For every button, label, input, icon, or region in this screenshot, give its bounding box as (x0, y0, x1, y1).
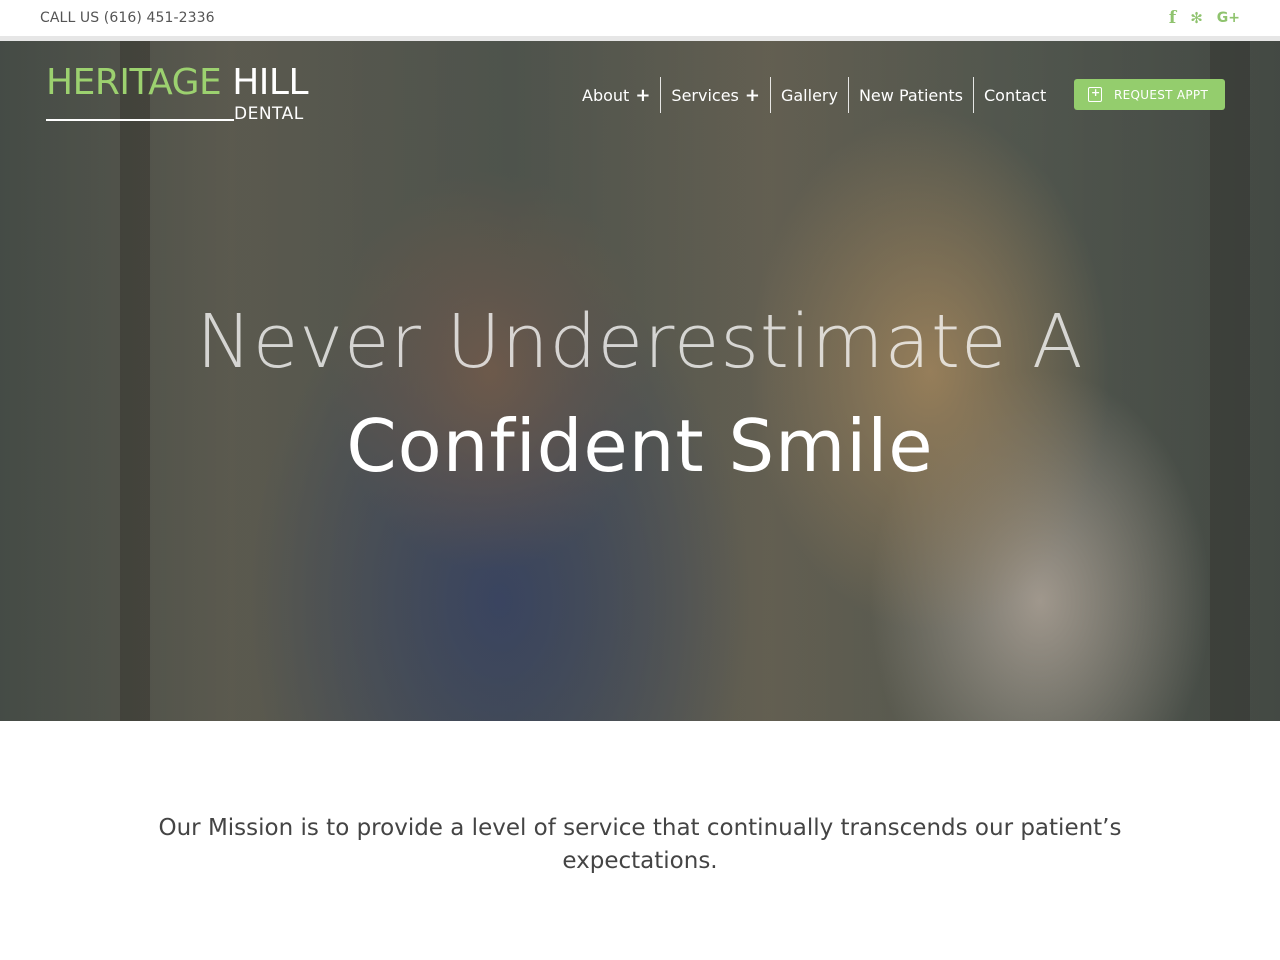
top-bar: CALL US (616) 451-2336 f ✻ G+ (0, 0, 1280, 36)
site-logo[interactable]: HERITAGE HILL DENTAL (46, 63, 316, 123)
social-links: f ✻ G+ (1169, 8, 1240, 28)
nav-item-label: Services (671, 85, 739, 105)
mission-statement: Our Mission is to provide a level of ser… (158, 815, 1122, 874)
nav-item-gallery[interactable]: Gallery (771, 77, 848, 113)
hero-banner: HERITAGE HILL DENTAL About + Services + … (0, 41, 1280, 721)
logo-word-heritage: HERITAGE (46, 62, 222, 103)
logo-underline (46, 119, 234, 121)
main-nav: About + Services + Gallery New Patients … (572, 77, 1056, 113)
facebook-icon[interactable]: f (1169, 8, 1176, 28)
nav-item-label: Contact (983, 85, 1047, 105)
request-appointment-label: REQUEST APPT (1114, 87, 1209, 102)
hero-headline-line2: Confident Smile (346, 404, 934, 488)
nav-item-about[interactable]: About + (572, 77, 660, 113)
call-us-phone[interactable]: CALL US (616) 451-2336 (40, 10, 215, 26)
nav-item-label: New Patients (858, 85, 963, 105)
calendar-plus-icon (1088, 86, 1102, 102)
nav-item-new-patients[interactable]: New Patients (849, 77, 973, 113)
plus-icon[interactable]: + (745, 85, 760, 106)
plus-icon[interactable]: + (635, 85, 650, 106)
logo-word-dental: DENTAL (234, 104, 304, 124)
request-appointment-button[interactable]: REQUEST APPT (1074, 79, 1225, 110)
yelp-icon[interactable]: ✻ (1190, 9, 1203, 27)
nav-item-label: Gallery (780, 85, 838, 105)
nav-item-services[interactable]: Services + (661, 77, 770, 113)
logo-word-hill: HILL (232, 62, 309, 103)
nav-item-contact[interactable]: Contact (974, 77, 1056, 113)
google-plus-icon[interactable]: G+ (1217, 10, 1240, 26)
hero-headline-line1: Never Underestimate A (196, 299, 1084, 385)
nav-item-label: About (582, 85, 630, 105)
